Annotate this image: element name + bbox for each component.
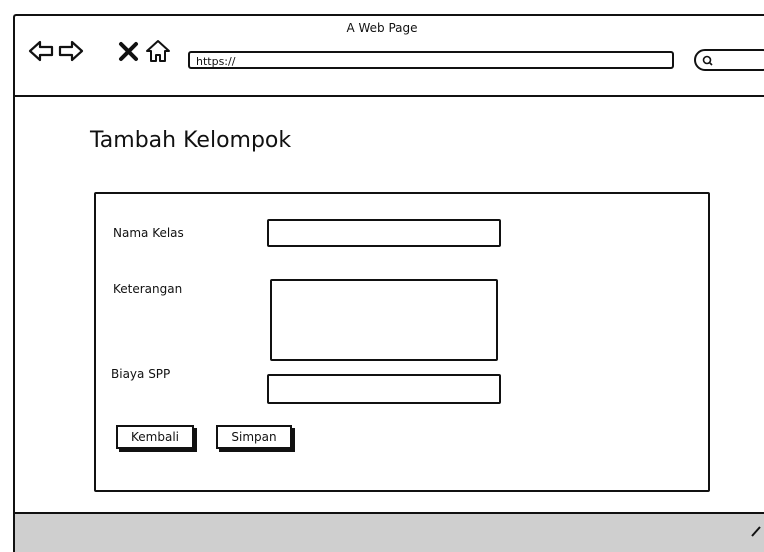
biaya-spp-label: Biaya SPP — [111, 367, 171, 381]
nama-kelas-input[interactable] — [267, 219, 501, 247]
close-x-icon[interactable] — [118, 38, 140, 64]
keterangan-label: Keterangan — [113, 282, 183, 296]
address-bar[interactable]: https:// — [188, 51, 674, 69]
back-arrow-icon[interactable] — [28, 38, 54, 64]
nama-kelas-label: Nama Kelas — [113, 226, 184, 240]
keterangan-textarea[interactable] — [270, 279, 498, 361]
window-title: A Web Page — [346, 21, 418, 35]
resize-handle-icon[interactable] — [748, 522, 762, 541]
forward-arrow-icon[interactable] — [58, 38, 84, 64]
search-icon — [702, 52, 713, 66]
page-title: Tambah Kelompok — [90, 128, 292, 153]
home-icon[interactable] — [144, 38, 172, 64]
biaya-spp-input[interactable] — [267, 374, 501, 404]
simpan-button[interactable]: Simpan — [216, 425, 292, 449]
status-bar — [13, 512, 764, 552]
kembali-button[interactable]: Kembali — [116, 425, 194, 449]
toolbar-divider — [13, 95, 764, 97]
